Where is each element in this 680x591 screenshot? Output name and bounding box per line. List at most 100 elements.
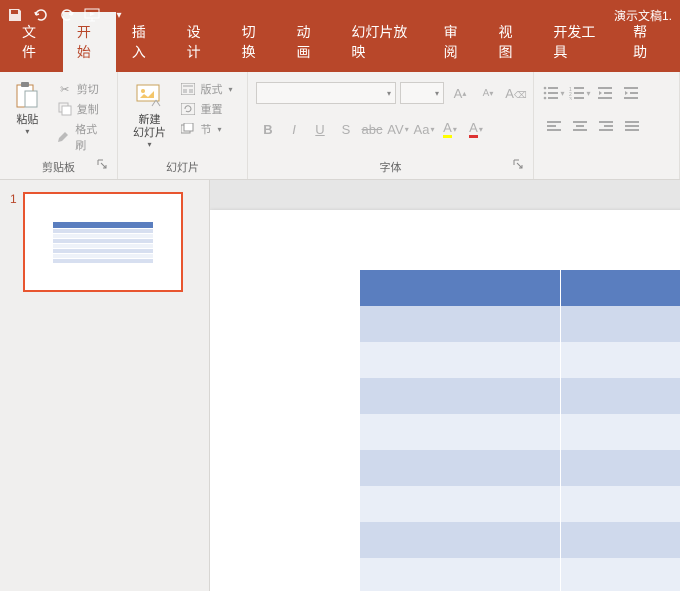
copy-button[interactable]: 复制 (53, 100, 109, 118)
tab-transition[interactable]: 切换 (228, 12, 281, 72)
table-cell[interactable] (360, 486, 561, 522)
align-left-button[interactable] (542, 116, 566, 138)
align-center-button[interactable] (568, 116, 592, 138)
highlight-button[interactable]: A▾ (438, 118, 462, 140)
table-cell[interactable] (360, 522, 561, 558)
table-row[interactable] (360, 558, 680, 591)
font-color-button[interactable]: A▾ (464, 118, 488, 140)
table-cell[interactable] (360, 450, 561, 486)
ribbon-tabs: 文件 开始 插入 设计 切换 动画 幻灯片放映 审阅 视图 开发工具 帮助 (0, 30, 680, 72)
tab-review[interactable]: 审阅 (430, 12, 483, 72)
format-painter-button[interactable]: 格式刷 (53, 120, 109, 154)
table-cell[interactable] (561, 306, 680, 342)
chevron-down-icon: ▾ (25, 127, 29, 136)
table-header-cell[interactable] (360, 270, 561, 306)
clear-format-button[interactable]: A⌫ (504, 82, 528, 104)
align-right-icon (599, 121, 613, 133)
table-cell[interactable] (561, 558, 680, 591)
italic-button[interactable]: I (282, 118, 306, 140)
align-justify-button[interactable] (620, 116, 644, 138)
reset-label: 重置 (200, 101, 222, 117)
table-row[interactable] (360, 450, 680, 486)
layout-label: 版式 (200, 81, 222, 97)
table-row[interactable] (360, 306, 680, 342)
slideshow-start-icon[interactable] (84, 6, 102, 24)
table-header-row[interactable] (360, 270, 680, 306)
char-spacing-button[interactable]: AV▾ (386, 118, 410, 140)
italic-icon: I (292, 122, 296, 137)
slide-canvas[interactable] (210, 210, 680, 591)
undo-icon[interactable] (32, 6, 50, 24)
table-cell[interactable] (561, 522, 680, 558)
bold-button[interactable]: B (256, 118, 280, 140)
group-paragraph-label (542, 161, 671, 177)
table-cell[interactable] (360, 558, 561, 591)
section-button[interactable]: 节 ▾ (176, 120, 236, 138)
table-row[interactable] (360, 414, 680, 450)
table-cell[interactable] (360, 378, 561, 414)
chevron-down-icon: ▾ (228, 85, 232, 94)
table-cell[interactable] (561, 342, 680, 378)
increase-indent-button[interactable] (620, 82, 644, 104)
cut-button[interactable]: ✂ 剪切 (53, 80, 109, 98)
numbering-button[interactable]: 123▾ (568, 82, 592, 104)
table-row[interactable] (360, 378, 680, 414)
dialog-launcher-icon[interactable] (513, 159, 525, 171)
decrease-indent-button[interactable] (594, 82, 618, 104)
section-label: 节 (200, 121, 211, 137)
table-cell[interactable] (360, 342, 561, 378)
chevron-down-icon: ▾ (217, 125, 221, 134)
tab-help[interactable]: 帮助 (619, 12, 672, 72)
scissors-icon: ✂ (57, 81, 73, 97)
shadow-button[interactable]: S (334, 118, 358, 140)
tab-devtools[interactable]: 开发工具 (539, 12, 617, 72)
tab-slideshow[interactable]: 幻灯片放映 (337, 12, 427, 72)
layout-icon (180, 81, 196, 97)
decrease-font-button[interactable]: A▾ (476, 82, 500, 104)
table-cell[interactable] (561, 486, 680, 522)
reset-icon (180, 101, 196, 117)
slide-editor[interactable] (210, 180, 680, 591)
increase-font-button[interactable]: A▴ (448, 82, 472, 104)
group-slides-label: 幻灯片 (126, 157, 239, 177)
tab-view[interactable]: 视图 (484, 12, 537, 72)
table-header-cell[interactable] (561, 270, 680, 306)
slide-table[interactable] (360, 270, 680, 591)
table-cell[interactable] (561, 450, 680, 486)
dialog-launcher-icon[interactable] (97, 159, 109, 171)
font-size-combo[interactable]: ▾ (400, 82, 444, 104)
highlight-icon: A (443, 120, 452, 138)
tab-animation[interactable]: 动画 (282, 12, 335, 72)
format-painter-label: 格式刷 (75, 121, 105, 153)
table-cell[interactable] (561, 414, 680, 450)
table-cell[interactable] (360, 306, 561, 342)
underline-button[interactable]: U (308, 118, 332, 140)
slide-thumbnail[interactable]: 1 (10, 192, 199, 292)
tab-design[interactable]: 设计 (173, 12, 226, 72)
redo-icon[interactable] (58, 6, 76, 24)
bold-icon: B (263, 122, 272, 137)
save-icon[interactable] (6, 6, 24, 24)
table-row[interactable] (360, 522, 680, 558)
eraser-icon: A⌫ (505, 86, 526, 101)
font-grow-icon: A (454, 86, 463, 101)
change-case-button[interactable]: Aa▾ (412, 118, 436, 140)
strike-button[interactable]: abc (360, 118, 384, 140)
table-row[interactable] (360, 342, 680, 378)
slide-thumbnail-pane: 1 (0, 180, 210, 591)
thumbnail-table-icon (53, 222, 153, 263)
table-row[interactable] (360, 486, 680, 522)
layout-button[interactable]: 版式 ▾ (176, 80, 236, 98)
slide-thumbnail-preview (23, 192, 183, 292)
table-cell[interactable] (561, 378, 680, 414)
table-cell[interactable] (360, 414, 561, 450)
new-slide-icon (133, 80, 165, 112)
font-family-combo[interactable]: ▾ (256, 82, 396, 104)
qat-customize-icon[interactable]: ▾ (110, 6, 128, 24)
bullets-button[interactable]: ▾ (542, 82, 566, 104)
paste-button[interactable]: 粘贴 ▾ (8, 76, 47, 136)
reset-button[interactable]: 重置 (176, 100, 236, 118)
new-slide-button[interactable]: 新建 幻灯片 ▾ (128, 76, 170, 149)
align-right-button[interactable] (594, 116, 618, 138)
font-shrink-icon: A (483, 88, 490, 99)
